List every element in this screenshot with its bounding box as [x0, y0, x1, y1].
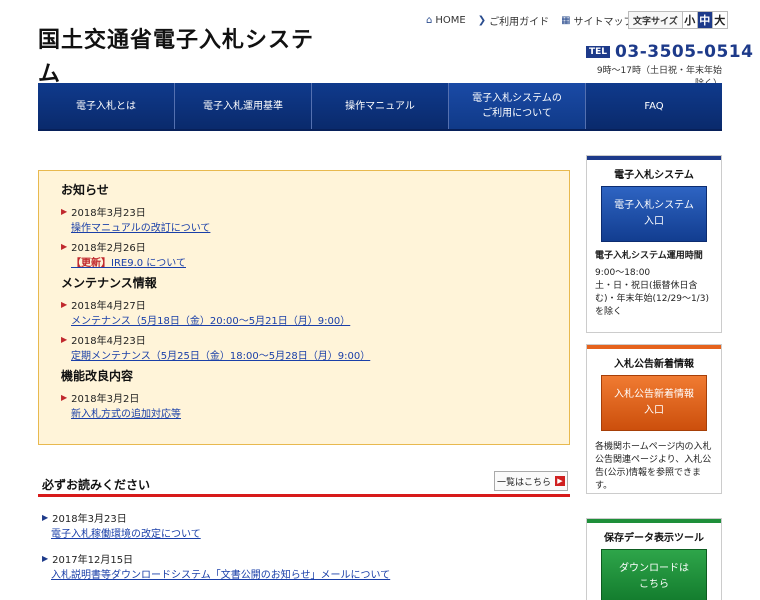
font-size-label: 文字サイズ: [633, 16, 678, 27]
triangle-icon: ▶: [42, 554, 49, 563]
util-home-link[interactable]: ⌂ HOME: [426, 15, 466, 26]
operation-hours-note: 土・日・祝日(振替休日含む)・年末年始(12/29～1/3)を除く: [595, 281, 709, 317]
news-link[interactable]: メンテナンス（5月18日（金）20:00～5月21日（月）9:00）: [61, 312, 569, 327]
list-more-button[interactable]: 一覧はこちら ▶: [494, 471, 568, 491]
util-guide-link[interactable]: ❯ ご利用ガイド: [478, 13, 549, 28]
news-link[interactable]: 新入札方式の追加対応等: [61, 405, 569, 420]
must-read-date: ▶ 2018年3月23日: [42, 513, 127, 525]
gnav-faq[interactable]: FAQ: [586, 83, 722, 129]
news-section: メンテナンス情報 ▶ 2018年4月27日 メンテナンス（5月18日（金）20:0…: [61, 274, 569, 362]
triangle-icon: ▶: [61, 242, 68, 251]
news-link[interactable]: 定期メンテナンス（5月25日（金）18:00～5月28日（月）9:00）: [61, 347, 569, 362]
sidebar-system-panel: 電子入札システム 電子入札システム 入口 電子入札システム運用時間 9:00～1…: [586, 155, 722, 333]
news-link[interactable]: 【更新】IRE9.0 について: [61, 254, 569, 269]
panel-title: 入札公告新着情報: [614, 359, 694, 370]
news-section-title: メンテナンス情報: [61, 276, 157, 290]
must-read-link[interactable]: 入札説明書等ダウンロードシステム「文書公開のお知らせ」メールについて: [42, 566, 570, 581]
must-read-link[interactable]: 電子入札稼働環境の改定について: [42, 525, 570, 540]
tel-badge: TEL: [586, 46, 611, 58]
sidebar-tool-panel: 保存データ表示ツール ダウンロードは こちら: [586, 518, 722, 600]
section-divider: [38, 494, 570, 497]
operation-hours: 電子入札システム運用時間 9:00～18:00 土・日・祝日(振替休日含む)・年…: [587, 250, 721, 319]
triangle-icon: ▶: [61, 335, 68, 344]
news-section-title: お知らせ: [61, 183, 109, 197]
download-button[interactable]: ダウンロードは こちら: [601, 549, 707, 600]
font-size-medium-button[interactable]: 中: [696, 12, 712, 28]
news-section: お知らせ ▶ 2018年3月23日 操作マニュアルの改訂について ▶ 2018年2月…: [61, 181, 569, 269]
font-size-large-button[interactable]: 大: [711, 12, 727, 28]
tel-contact: TEL 03-3505-0514: [586, 42, 753, 62]
news-box: お知らせ ▶ 2018年3月23日 操作マニュアルの改訂について ▶ 2018年2月…: [38, 170, 570, 445]
site-title: 国土交通省電子入札システム: [38, 28, 315, 87]
global-nav: 電子入札とは 電子入札運用基準 操作マニュアル 電子入札システムの ご利用につい…: [38, 83, 722, 131]
triangle-icon: ▶: [61, 300, 68, 309]
util-sitemap-link[interactable]: ▦ サイトマップ: [561, 13, 633, 28]
must-read-list: ▶ 2018年3月23日 電子入札稼働環境の改定について ▶ 2017年12月15日…: [42, 510, 570, 592]
update-tag: 【更新】: [71, 258, 111, 269]
notice-description: 各機関ホームページ内の入札公告関連ページより、入札公告(公示)情報を参照できます…: [595, 442, 712, 491]
panel-title: 電子入札システム: [614, 170, 694, 181]
arrow-right-icon: ▶: [555, 476, 565, 486]
notice-entry-button[interactable]: 入札公告新着情報 入口: [601, 375, 707, 431]
triangle-icon: ▶: [61, 207, 68, 216]
must-read-title: 必ずお読みください: [42, 478, 151, 492]
news-date: ▶ 2018年4月27日: [61, 300, 146, 312]
system-entry-button[interactable]: 電子入札システム 入口: [601, 186, 707, 242]
utility-nav: ⌂ HOME ❯ ご利用ガイド ▦ サイトマップ: [426, 12, 634, 28]
gnav-about[interactable]: 電子入札とは: [38, 83, 175, 129]
font-size-switcher: 文字サイズ 小 中 大: [628, 11, 728, 29]
sidebar-notice-panel: 入札公告新着情報 入札公告新着情報 入口 各機関ホームページ内の入札公告関連ペー…: [586, 344, 722, 494]
gnav-manual[interactable]: 操作マニュアル: [312, 83, 449, 129]
must-read-date: ▶ 2017年12月15日: [42, 554, 134, 566]
triangle-icon: ▶: [61, 393, 68, 402]
news-date: ▶ 2018年3月23日: [61, 207, 146, 219]
font-size-small-button[interactable]: 小: [681, 12, 697, 28]
tel-number: 03-3505-0514: [615, 42, 754, 62]
panel-title: 保存データ表示ツール: [604, 533, 704, 544]
home-icon: ⌂: [426, 14, 433, 26]
news-link[interactable]: 操作マニュアルの改訂について: [61, 219, 569, 234]
triangle-icon: ▶: [42, 513, 49, 522]
gnav-usage[interactable]: 電子入札システムの ご利用について: [449, 83, 586, 129]
operation-hours-time: 9:00～18:00: [595, 268, 651, 278]
news-section: 機能改良内容 ▶ 2018年3月2日 新入札方式の追加対応等: [61, 367, 569, 420]
news-section-title: 機能改良内容: [61, 369, 134, 383]
gnav-standards[interactable]: 電子入札運用基準: [175, 83, 312, 129]
news-date: ▶ 2018年2月26日: [61, 242, 146, 254]
sitemap-icon: ▦: [561, 14, 571, 26]
operation-hours-title: 電子入札システム運用時間: [595, 251, 703, 261]
news-date: ▶ 2018年3月2日: [61, 393, 140, 405]
guide-icon: ❯: [477, 14, 487, 26]
news-date: ▶ 2018年4月23日: [61, 335, 146, 347]
